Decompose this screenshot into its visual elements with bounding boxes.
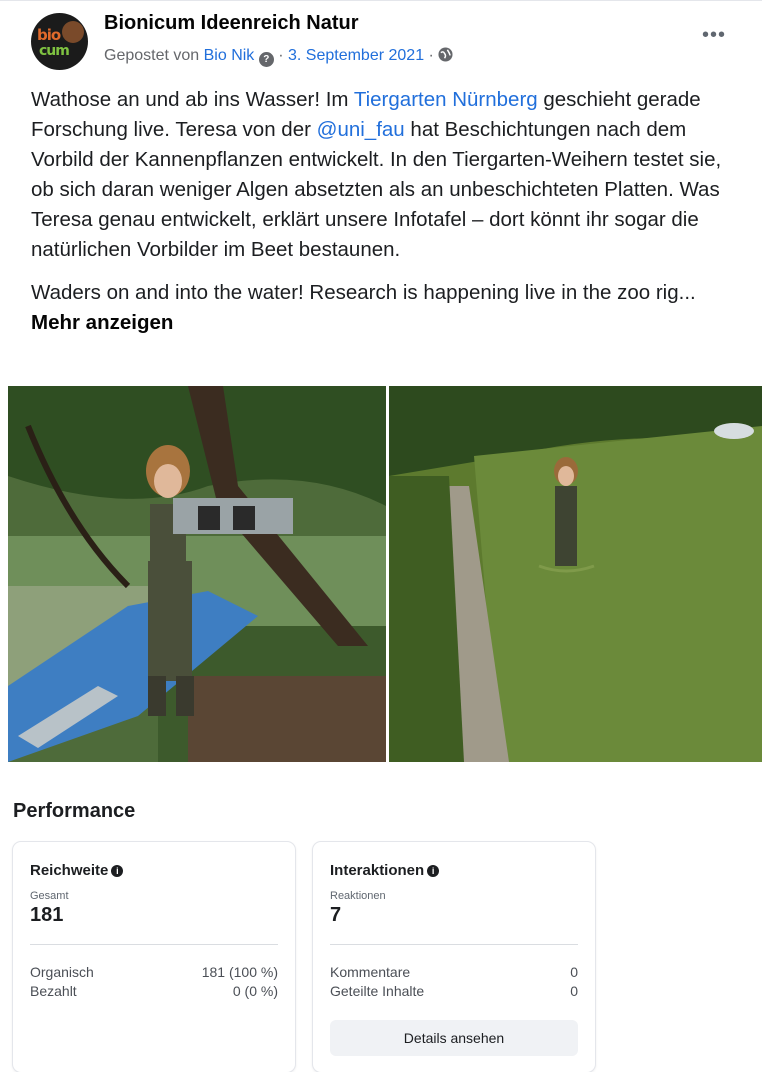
reach-row-organic: Organisch 181 (100 %) — [30, 964, 278, 980]
page-name-link[interactable]: Bionicum Ideenreich Natur — [104, 12, 359, 35]
reach-card: Reichweite i Gesamt 181 Organisch 181 (100… — [13, 842, 295, 1072]
interactions-title: Interaktionen i — [330, 862, 440, 879]
interactions-row-comments: Kommentare 0 — [330, 964, 578, 980]
top-divider — [0, 0, 762, 1]
post-text-english: Waders on and into the water! Research i… — [31, 281, 696, 334]
reactions-value: 7 — [330, 904, 342, 926]
divider — [330, 944, 578, 945]
post-body: Wathose an und ab ins Wasser! Im Tiergar… — [31, 85, 743, 351]
info-icon[interactable]: i — [111, 865, 124, 877]
avatar-logo-text-top: bio — [37, 26, 61, 44]
reactions-label: Reaktionen — [330, 890, 386, 902]
performance-title: Performance — [13, 800, 136, 822]
meta-separator-2: · — [428, 47, 434, 64]
meta-separator: · — [278, 47, 284, 64]
post-photo-2[interactable] — [389, 386, 762, 762]
reach-title: Reichweite i — [30, 862, 124, 879]
interactions-row-shares: Geteilte Inhalte 0 — [330, 983, 578, 999]
reach-total-value: 181 — [30, 904, 64, 926]
tiergarten-link[interactable]: Tiergarten Nürnberg — [354, 88, 538, 111]
reach-total-label: Gesamt — [30, 890, 69, 902]
help-icon[interactable]: ? — [258, 52, 274, 67]
page-avatar[interactable]: bio cum — [31, 13, 88, 70]
post-photo-1[interactable] — [8, 386, 386, 762]
details-button[interactable]: Details ansehen — [330, 1020, 578, 1056]
more-options-button[interactable]: ••• — [702, 24, 726, 47]
divider — [30, 944, 278, 945]
post-date-link[interactable]: 3. September 2021 — [288, 47, 424, 64]
author-link[interactable]: Bio Nik — [204, 47, 255, 64]
interactions-card: Interaktionen i Reaktionen 7 Kommentare 0 … — [313, 842, 595, 1072]
info-icon[interactable]: i — [427, 865, 440, 877]
reach-row-paid: Bezahlt 0 (0 %) — [30, 983, 278, 999]
posted-by-label: Gepostet von — [104, 47, 200, 64]
avatar-logo-text-bottom: cum — [39, 43, 70, 59]
post-meta: Gepostet von Bio Nik ? · 3. September 20… — [104, 47, 453, 67]
avatar-logo-shape — [62, 21, 84, 43]
see-more-link[interactable]: Mehr anzeigen — [31, 311, 173, 334]
uni-fau-mention[interactable]: @uni_fau — [317, 118, 405, 141]
globe-icon — [438, 47, 453, 64]
post-text-german: Wathose an und ab ins Wasser! Im Tiergar… — [31, 88, 722, 261]
